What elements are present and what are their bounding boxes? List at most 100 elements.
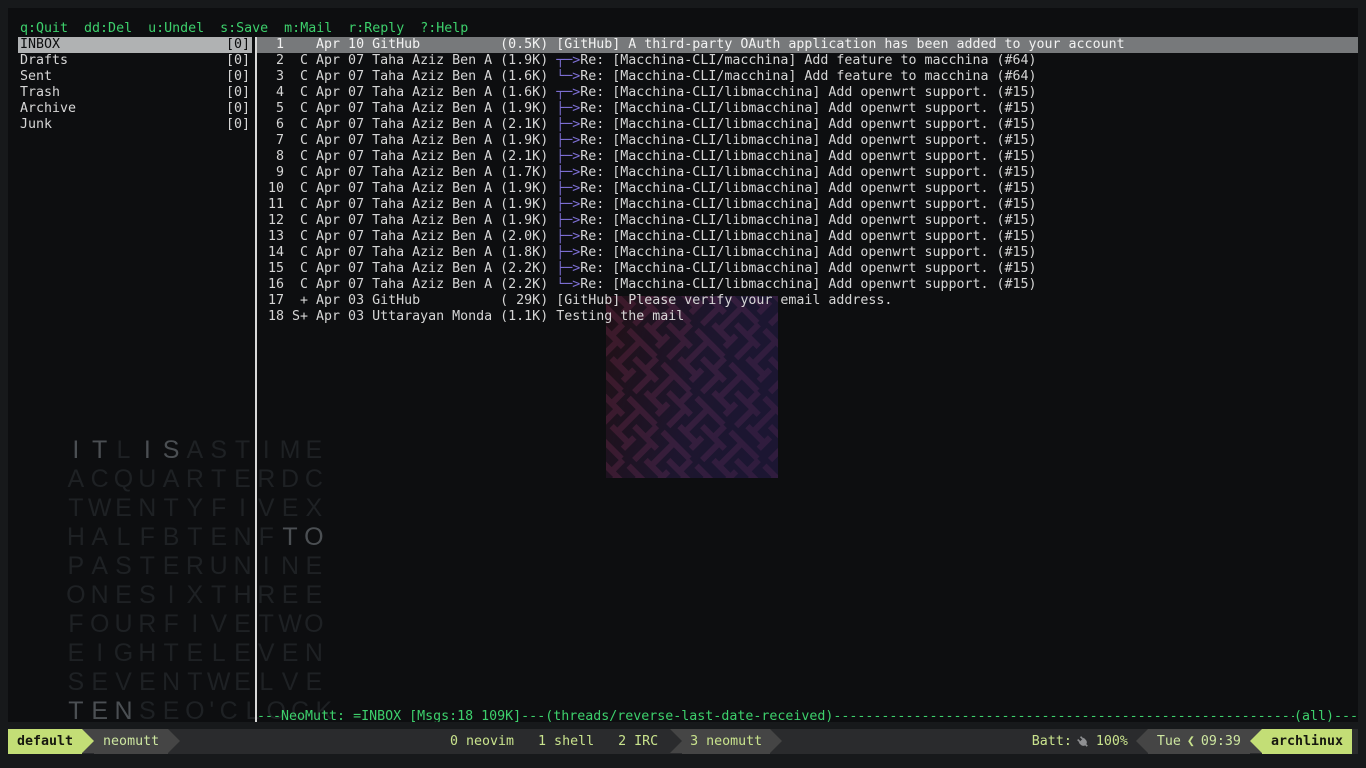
sidebar-item-sent[interactable]: Sent[0] xyxy=(18,69,252,85)
word-clock-letter: I xyxy=(135,436,159,465)
mail-subject: Re: [Macchina-CLI/libmacchina] Add openw… xyxy=(580,101,1036,116)
word-clock-row: EIGHTELEVEN xyxy=(64,639,336,668)
word-clock-letter: T xyxy=(254,610,278,639)
mail-row[interactable]: 3 C Apr 07 Taha Aziz Ben A (1.6K) └─>Re:… xyxy=(257,69,1358,85)
word-clock-letter: A xyxy=(88,523,112,552)
mail-row[interactable]: 11 C Apr 07 Taha Aziz Ben A (1.9K) ├─>Re… xyxy=(257,197,1358,213)
powerline-arrow-icon xyxy=(168,729,180,753)
sidebar-item-trash[interactable]: Trash [0] xyxy=(18,85,252,101)
thread-tree-icon: ├─> xyxy=(556,181,580,196)
status-line-filler: ----------------------------------------… xyxy=(833,709,1294,722)
mailbox-sidebar: INBOX[0]Drafts[0]Sent[0]Trash[0]Archive[… xyxy=(18,37,252,133)
mailbox-count: [0] xyxy=(226,53,250,69)
mail-row[interactable]: 18 S+ Apr 03 Uttarayan Monda (1.1K) Test… xyxy=(257,309,1358,325)
mail-row-meta: 12 C Apr 07 Taha Aziz Ben A (1.9K) xyxy=(260,213,556,228)
mail-subject: Re: [Macchina-CLI/macchina] Add feature … xyxy=(580,53,1036,68)
mail-row[interactable]: 10 C Apr 07 Taha Aziz Ben A (1.9K) ├─>Re… xyxy=(257,181,1358,197)
mailbox-name: Sent xyxy=(20,69,52,85)
word-clock-letter: F xyxy=(207,494,231,523)
mail-row-meta: 1 Apr 10 GitHub (0.5K) xyxy=(260,37,556,52)
word-clock-letter: B xyxy=(159,523,183,552)
mail-row[interactable]: 17 + Apr 03 GitHub ( 29K) [GitHub] Pleas… xyxy=(257,293,1358,309)
sidebar-item-junk[interactable]: Junk[0] xyxy=(18,117,252,133)
word-clock-letter: C xyxy=(302,465,326,494)
word-clock-letter: E xyxy=(278,494,302,523)
time-label: 09:39 xyxy=(1201,734,1241,749)
word-clock-row: TWENTYFIVEX xyxy=(64,494,336,523)
sidebar-item-inbox[interactable]: INBOX[0] xyxy=(18,37,252,53)
tmux-session-name[interactable]: default xyxy=(8,729,82,754)
word-clock-letter: H xyxy=(135,639,159,668)
thread-tree-icon: ├─> xyxy=(556,229,580,244)
powerline-arrow-icon xyxy=(1250,729,1262,753)
word-clock-letter: R xyxy=(183,552,207,581)
word-clock-letter: V xyxy=(254,639,278,668)
battery-status: Batt: 100% xyxy=(1024,729,1136,754)
mail-subject: Testing the mail xyxy=(556,309,684,324)
mail-row[interactable]: 6 C Apr 07 Taha Aziz Ben A (2.1K) ├─>Re:… xyxy=(257,117,1358,133)
word-clock-letter: O xyxy=(302,610,326,639)
sidebar-item-drafts[interactable]: Drafts[0] xyxy=(18,53,252,69)
word-clock-letter: L xyxy=(112,436,136,465)
word-clock-letter: T xyxy=(278,523,302,552)
word-clock-letter: E xyxy=(231,610,255,639)
word-clock-letter: Q xyxy=(112,465,136,494)
mail-row-meta: 7 C Apr 07 Taha Aziz Ben A (1.9K) xyxy=(260,133,556,148)
thread-tree-icon: ├─> xyxy=(556,213,580,228)
tmux-window-IRC[interactable]: 2 IRC xyxy=(606,729,670,754)
word-clock-letter: S xyxy=(135,697,159,722)
mail-row-meta: 8 C Apr 07 Taha Aziz Ben A (2.1K) xyxy=(260,149,556,164)
mailbox-name: Trash xyxy=(20,85,60,101)
tmux-window-list: 0 neovim1 shell2 IRC3 neomutt xyxy=(438,729,782,754)
sidebar-item-archive[interactable]: Archive[0] xyxy=(18,101,252,117)
word-clock-row: PASTERUNINE xyxy=(64,552,336,581)
word-clock-letter: M xyxy=(278,436,302,465)
mail-row[interactable]: 13 C Apr 07 Taha Aziz Ben A (2.0K) ├─>Re… xyxy=(257,229,1358,245)
mail-row[interactable]: 16 C Apr 07 Taha Aziz Ben A (2.2K) └─>Re… xyxy=(257,277,1358,293)
tmux-window-neovim[interactable]: 0 neovim xyxy=(438,729,526,754)
mail-row[interactable]: 12 C Apr 07 Taha Aziz Ben A (1.9K) ├─>Re… xyxy=(257,213,1358,229)
thread-tree-icon: └─> xyxy=(556,69,580,84)
status-line-right: (all)--- xyxy=(1294,709,1358,722)
word-clock-letter: N xyxy=(231,552,255,581)
thread-tree-icon: ├─> xyxy=(556,165,580,180)
mail-row[interactable]: 2 C Apr 07 Taha Aziz Ben A (1.9K) ┬─>Re:… xyxy=(257,53,1358,69)
mail-row[interactable]: 1 Apr 10 GitHub (0.5K) [GitHub] A third-… xyxy=(257,37,1358,53)
tmux-window-shell[interactable]: 1 shell xyxy=(526,729,606,754)
mail-row[interactable]: 8 C Apr 07 Taha Aziz Ben A (2.1K) ├─>Re:… xyxy=(257,149,1358,165)
thread-tree-icon: ┬─> xyxy=(556,85,580,100)
word-clock-letter: T xyxy=(64,494,88,523)
word-clock-letter: ' xyxy=(207,697,217,722)
mail-subject: Re: [Macchina-CLI/libmacchina] Add openw… xyxy=(580,181,1036,196)
powerline-arrow-icon xyxy=(1136,729,1148,753)
mail-row[interactable]: 4 C Apr 07 Taha Aziz Ben A (1.6K) ┬─>Re:… xyxy=(257,85,1358,101)
mail-row-meta: 14 C Apr 07 Taha Aziz Ben A (1.8K) xyxy=(260,245,556,260)
word-clock-letter: L xyxy=(207,639,231,668)
mail-row[interactable]: 15 C Apr 07 Taha Aziz Ben A (2.2K) ├─>Re… xyxy=(257,261,1358,277)
mail-subject: Re: [Macchina-CLI/libmacchina] Add openw… xyxy=(580,165,1036,180)
mail-row[interactable]: 9 C Apr 07 Taha Aziz Ben A (1.7K) ├─>Re:… xyxy=(257,165,1358,181)
mailbox-count: [0] xyxy=(226,85,250,101)
mail-subject: Re: [Macchina-CLI/libmacchina] Add openw… xyxy=(580,277,1036,292)
word-clock-letter: E xyxy=(64,639,88,668)
word-clock-letter: Y xyxy=(183,494,207,523)
mail-row-meta: 4 C Apr 07 Taha Aziz Ben A (1.6K) xyxy=(260,85,556,100)
clock-segment: Tue ❮ 09:39 xyxy=(1148,729,1250,754)
word-clock-letter: T xyxy=(183,523,207,552)
word-clock-letter: H xyxy=(64,523,88,552)
word-clock-letter: U xyxy=(135,465,159,494)
thread-tree-icon: ├─> xyxy=(556,197,580,212)
word-clock-letter: N xyxy=(302,639,326,668)
mail-row[interactable]: 14 C Apr 07 Taha Aziz Ben A (1.8K) ├─>Re… xyxy=(257,245,1358,261)
word-clock-letter: E xyxy=(207,523,231,552)
thread-tree-icon: ├─> xyxy=(556,117,580,132)
word-clock-letter: U xyxy=(207,552,231,581)
mail-row[interactable]: 7 C Apr 07 Taha Aziz Ben A (1.9K) ├─>Re:… xyxy=(257,133,1358,149)
mail-row[interactable]: 5 C Apr 07 Taha Aziz Ben A (1.9K) ├─>Re:… xyxy=(257,101,1358,117)
mail-row-meta: 10 C Apr 07 Taha Aziz Ben A (1.9K) xyxy=(260,181,556,196)
tmux-pane-title: neomutt xyxy=(94,729,168,754)
mail-row-meta: 9 C Apr 07 Taha Aziz Ben A (1.7K) xyxy=(260,165,556,180)
tmux-window-active[interactable]: 3 neomutt xyxy=(670,729,782,754)
word-clock-row: ITLISASTIME xyxy=(64,436,336,465)
word-clock-letter: W xyxy=(207,668,231,697)
